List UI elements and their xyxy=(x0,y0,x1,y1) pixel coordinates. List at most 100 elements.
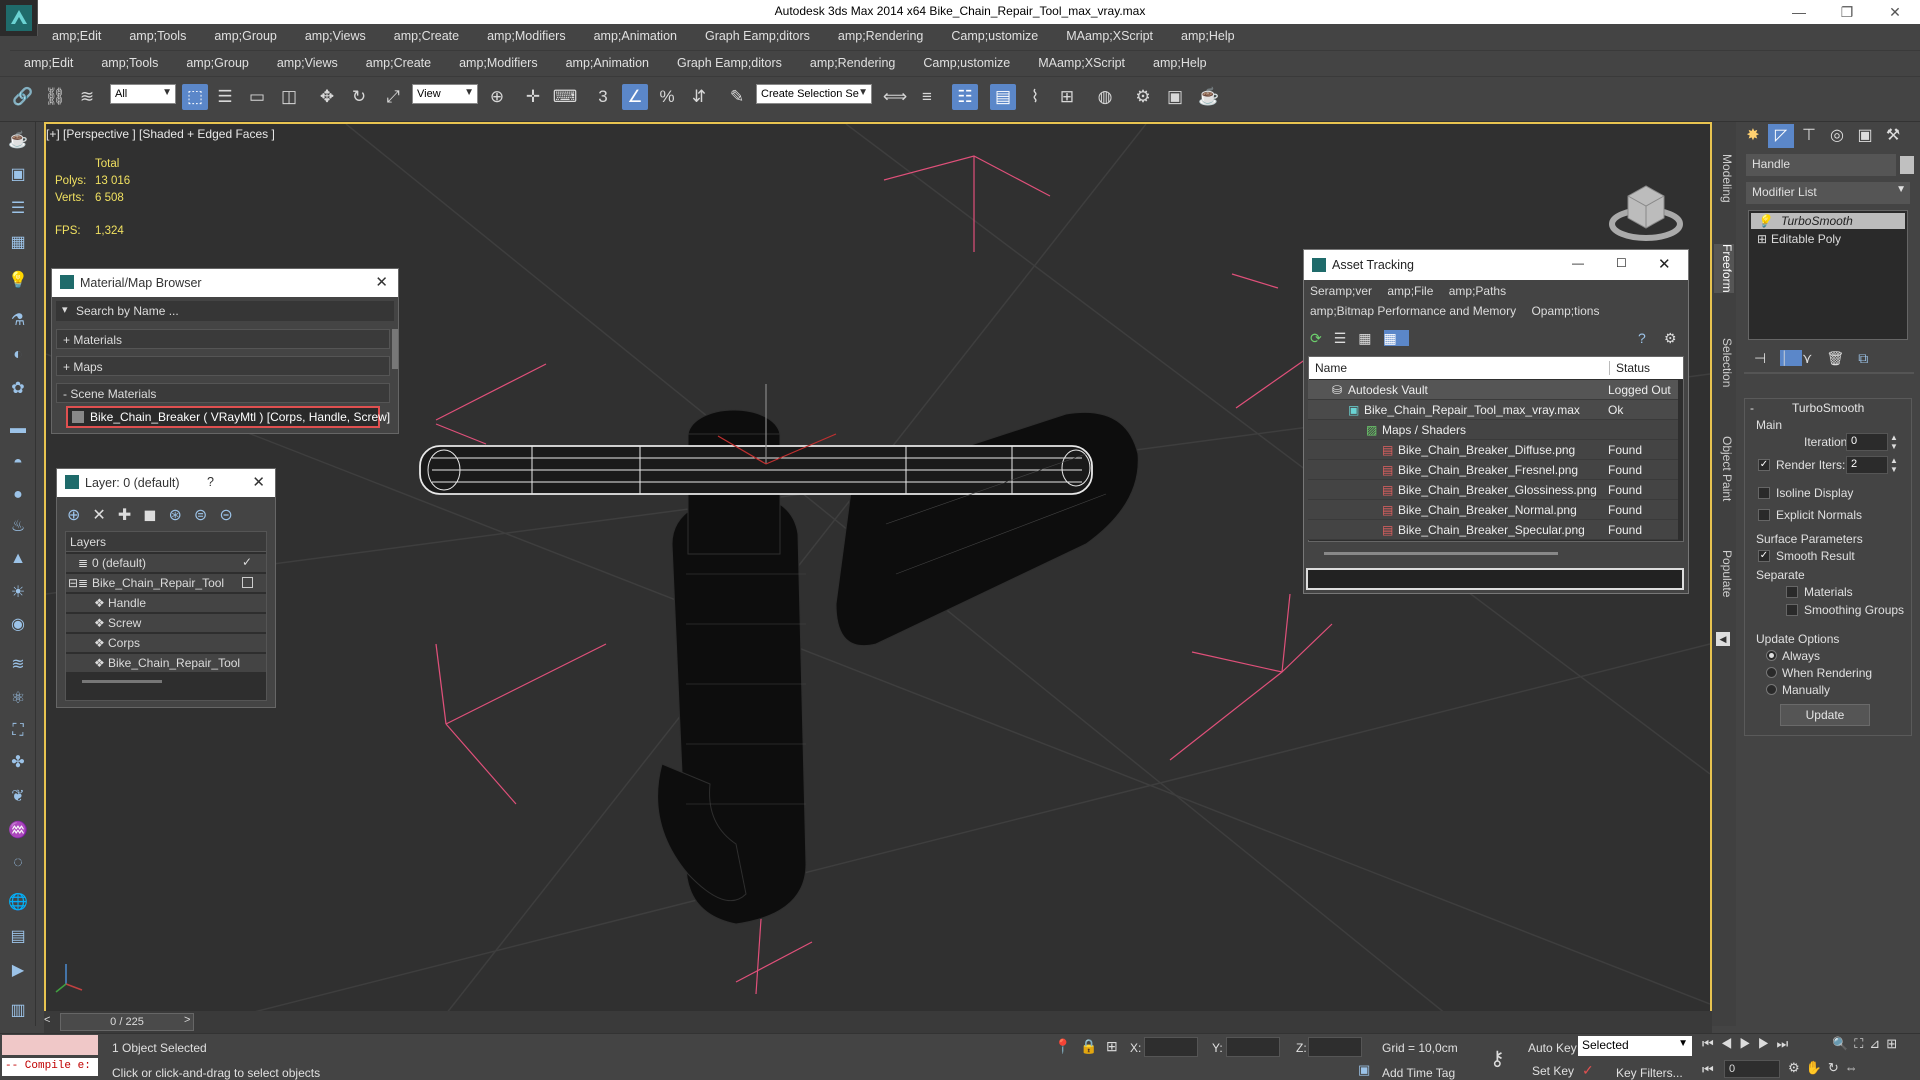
scrollbar[interactable] xyxy=(392,329,398,369)
set-key-button[interactable]: Set Key xyxy=(1532,1064,1574,1078)
align-icon[interactable]: ≡ xyxy=(914,84,940,110)
percent-snap-icon[interactable]: % xyxy=(654,84,680,110)
menu2-create[interactable]: amp;Create xyxy=(352,56,445,70)
help-icon[interactable]: ? xyxy=(207,475,214,489)
menu2-help[interactable]: amp;Help xyxy=(1139,56,1221,70)
menu-paths[interactable]: amp;Paths xyxy=(1449,284,1506,298)
close-icon[interactable]: ✕ xyxy=(375,273,388,291)
layer-row-corps[interactable]: ❖ Corps xyxy=(66,634,266,652)
unlink-icon[interactable]: ⛓ xyxy=(42,84,68,110)
menu-maxscript[interactable]: MAamp;XScript xyxy=(1052,29,1167,43)
select-by-name-icon[interactable]: ☰ xyxy=(212,84,238,110)
viewport-label[interactable]: [+] [Perspective ] [Shaded + Edged Faces… xyxy=(46,127,275,141)
angle-snap-icon[interactable]: ∠ xyxy=(622,84,648,110)
time-tag-icon[interactable]: ▣ xyxy=(1358,1062,1370,1078)
previous-key-icon[interactable]: ◀ xyxy=(1721,1036,1740,1051)
modify-tab-icon[interactable]: ◸ xyxy=(1768,124,1794,148)
select-manipulate-icon[interactable]: ✛ xyxy=(520,84,546,110)
pivot-center-icon[interactable]: ⊕ xyxy=(484,84,510,110)
grid-icon[interactable]: ▦ xyxy=(7,232,29,254)
menu-edit[interactable]: amp;Edit xyxy=(38,29,115,43)
globe-icon[interactable]: ◌ xyxy=(7,852,29,874)
iterations-spinner[interactable]: 0 xyxy=(1846,433,1888,451)
schematic-view-icon[interactable]: ⊞ xyxy=(1054,84,1080,110)
particles-icon[interactable]: ✿ xyxy=(7,378,29,400)
link-icon[interactable]: 🔗 xyxy=(10,84,36,110)
hierarchy-tab-icon[interactable]: ⊤ xyxy=(1796,124,1822,148)
snaps-toggle-icon[interactable]: 3 xyxy=(590,84,616,110)
delete-layer-icon[interactable]: ✕ xyxy=(92,507,117,524)
smoothing-groups-checkbox[interactable] xyxy=(1786,604,1798,616)
menu-server[interactable]: Seramp;ver xyxy=(1310,284,1372,298)
render-teapot-icon[interactable]: ☕ xyxy=(1196,84,1222,110)
play-icon[interactable]: ▶ xyxy=(1739,1036,1758,1051)
cloth-icon[interactable]: ⛶ xyxy=(7,720,29,742)
time-slider-thumb[interactable]: 0 / 225 xyxy=(60,1013,194,1031)
layer-row-bike-chain[interactable]: ⊟ ≣ Bike_Chain_Repair_Tool xyxy=(66,574,266,592)
key-icon[interactable]: ⚷ xyxy=(1490,1046,1505,1071)
maps-section[interactable]: + Maps xyxy=(56,356,390,376)
layer-row-screw[interactable]: ❖ Screw xyxy=(66,614,266,632)
render-iters-checkbox[interactable]: ✓ xyxy=(1758,459,1770,471)
expand-icon[interactable]: ◀ xyxy=(1716,632,1730,646)
ribbon-toggle-icon[interactable]: ▤ xyxy=(990,84,1016,110)
selection-filter-dropdown[interactable]: All ▼ xyxy=(110,84,176,104)
app-menu-button[interactable] xyxy=(0,0,38,36)
select-in-layer-icon[interactable]: ◼ xyxy=(143,507,168,524)
layer-titlebar[interactable]: Layer: 0 (default) ? ✕ xyxy=(57,469,275,497)
move-icon[interactable]: ✥ xyxy=(314,84,340,110)
menu2-modifiers[interactable]: amp;Modifiers xyxy=(445,56,552,70)
key-selection-dropdown[interactable]: Selected ▼ xyxy=(1578,1036,1692,1056)
spinner-snap-icon[interactable]: ⇵ xyxy=(686,84,712,110)
asset-row-fresnel[interactable]: ▤ Bike_Chain_Breaker_Fresnel.png Found xyxy=(1308,460,1678,480)
tab-freeform[interactable]: Freeform xyxy=(1714,244,1734,293)
maxscript-output[interactable]: -- Compile e: xyxy=(2,1058,98,1076)
key-mode-icon[interactable]: ✓ xyxy=(1582,1062,1594,1079)
menu2-animation[interactable]: amp;Animation xyxy=(552,56,663,70)
zoom-icon[interactable]: 🔍 xyxy=(1832,1036,1854,1051)
manually-radio[interactable] xyxy=(1766,684,1777,695)
maxscript-listener-mini[interactable] xyxy=(2,1035,98,1055)
close-icon[interactable]: ✕ xyxy=(252,473,265,491)
tab-modeling[interactable]: Modeling xyxy=(1714,154,1734,203)
horizontal-scrollbar[interactable] xyxy=(1324,552,1558,555)
menu-rendering[interactable]: amp;Rendering xyxy=(824,29,937,43)
walkthrough-icon[interactable]: ⇔ xyxy=(1845,1060,1864,1075)
configure-sets-icon[interactable]: ⧉ xyxy=(1858,350,1882,366)
menu-options[interactable]: Opamp;tions xyxy=(1531,304,1599,318)
display-tab-icon[interactable]: ▣ xyxy=(1852,124,1878,148)
hf-icon[interactable]: ♒ xyxy=(7,820,29,842)
stack-item-editable-poly[interactable]: ⊞ Editable Poly xyxy=(1751,231,1905,247)
materials-checkbox[interactable] xyxy=(1786,586,1798,598)
time-slider[interactable]: < 0 / 225 > xyxy=(44,1011,1712,1033)
menu-help[interactable]: amp;Help xyxy=(1167,29,1249,43)
minimize-icon[interactable]: — xyxy=(1572,256,1584,270)
layer-row-default[interactable]: ≣ 0 (default) ✓ xyxy=(66,554,266,572)
scene-material-item[interactable]: Bike_Chain_Breaker ( VRayMtl ) [Corps, H… xyxy=(66,406,390,428)
layer-explorer-icon[interactable]: ☷ xyxy=(952,84,978,110)
current-frame-field[interactable]: 0 xyxy=(1724,1060,1780,1078)
material-browser-titlebar[interactable]: Material/Map Browser ✕ xyxy=(52,269,398,297)
motion-tab-icon[interactable]: ◎ xyxy=(1824,124,1850,148)
asset-row-maps[interactable]: ▨ Maps / Shaders xyxy=(1308,420,1678,440)
asset-path-input[interactable] xyxy=(1306,568,1684,590)
maximize-icon[interactable]: ☐ xyxy=(1616,256,1627,270)
isoline-display-checkbox[interactable] xyxy=(1758,487,1770,499)
settings-icon[interactable]: ⚙ xyxy=(1664,330,1677,347)
make-unique-icon[interactable]: ⋎ xyxy=(1802,350,1826,366)
hide-all-icon[interactable]: ⊜ xyxy=(194,507,219,524)
menu2-views[interactable]: amp;Views xyxy=(263,56,352,70)
layer-row-handle[interactable]: ❖ Handle xyxy=(66,594,266,612)
sound-icon[interactable]: ◐ xyxy=(7,344,29,366)
remove-modifier-icon[interactable]: 🗑 xyxy=(1826,350,1858,366)
list-icon[interactable]: ☰ xyxy=(7,198,29,220)
refresh-icon[interactable]: ⟳ xyxy=(1310,330,1334,346)
table-view-icon[interactable]: ▦ xyxy=(1383,330,1409,346)
rotate-icon[interactable]: ↻ xyxy=(346,84,372,110)
create-tab-icon[interactable]: ✸ xyxy=(1740,124,1766,148)
menu2-group[interactable]: amp;Group xyxy=(172,56,263,70)
spinner-arrows-icon[interactable]: ▲ ▼ xyxy=(1890,456,1898,474)
add-time-tag[interactable]: Add Time Tag xyxy=(1382,1066,1455,1080)
minimize-button[interactable]: — xyxy=(1776,0,1822,24)
layers-icon[interactable]: ▥ xyxy=(7,1000,29,1022)
